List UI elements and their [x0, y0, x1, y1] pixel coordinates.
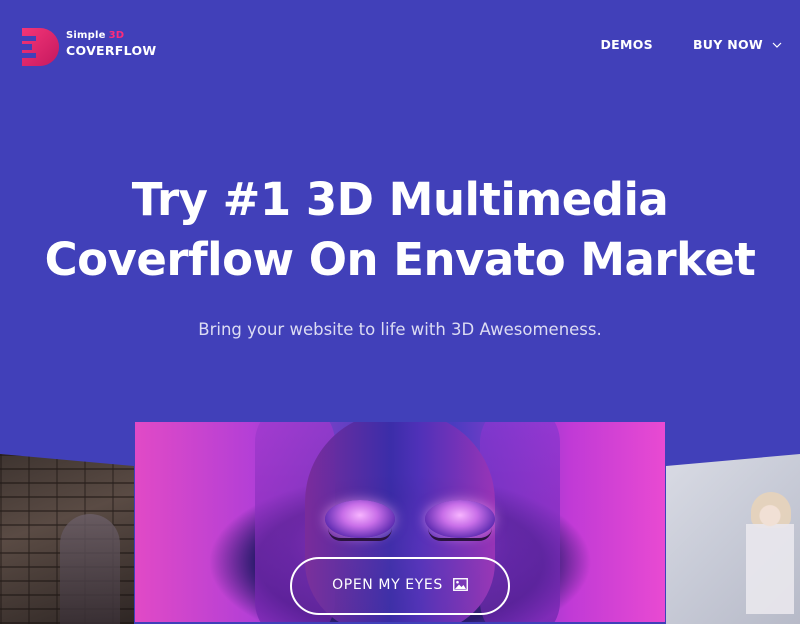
nav-demos[interactable]: DEMOS [600, 37, 652, 52]
hero-subtitle: Bring your website to life with 3D Aweso… [198, 320, 602, 339]
brand-name: COVERFLOW [66, 43, 157, 58]
logo-3d-icon [18, 28, 59, 66]
coverflow-item-left[interactable] [0, 454, 134, 624]
lash-left-image [328, 528, 392, 541]
person-image [746, 494, 794, 614]
chevron-down-icon [772, 42, 782, 48]
hero-title-line2: Coverflow On Envato Market [44, 233, 756, 286]
nav-buy-now-label: BUY NOW [692, 37, 763, 52]
nav-demos-label: DEMOS [600, 37, 653, 52]
image-icon [452, 578, 468, 591]
open-my-eyes-button[interactable]: OPEN MY EYES [290, 557, 510, 615]
brand-accent: 3D [108, 30, 125, 41]
brand-line1: Simple 3D [66, 31, 156, 41]
top-nav: DEMOS BUY NOW [600, 37, 782, 52]
person-image [60, 514, 120, 624]
brand-logo[interactable]: Simple 3D COVERFLOW [18, 26, 158, 70]
nav-buy-now[interactable]: BUY NOW [693, 37, 782, 52]
coverflow-item-right[interactable] [666, 454, 800, 624]
cta-label: OPEN MY EYES [332, 577, 443, 593]
hero-title-line1: Try #1 3D Multimedia [131, 173, 669, 226]
hero-title: Try #1 3D Multimedia Coverflow On Envato… [0, 170, 800, 290]
brand-prefix: Simple [66, 30, 106, 41]
lash-right-image [428, 528, 492, 541]
